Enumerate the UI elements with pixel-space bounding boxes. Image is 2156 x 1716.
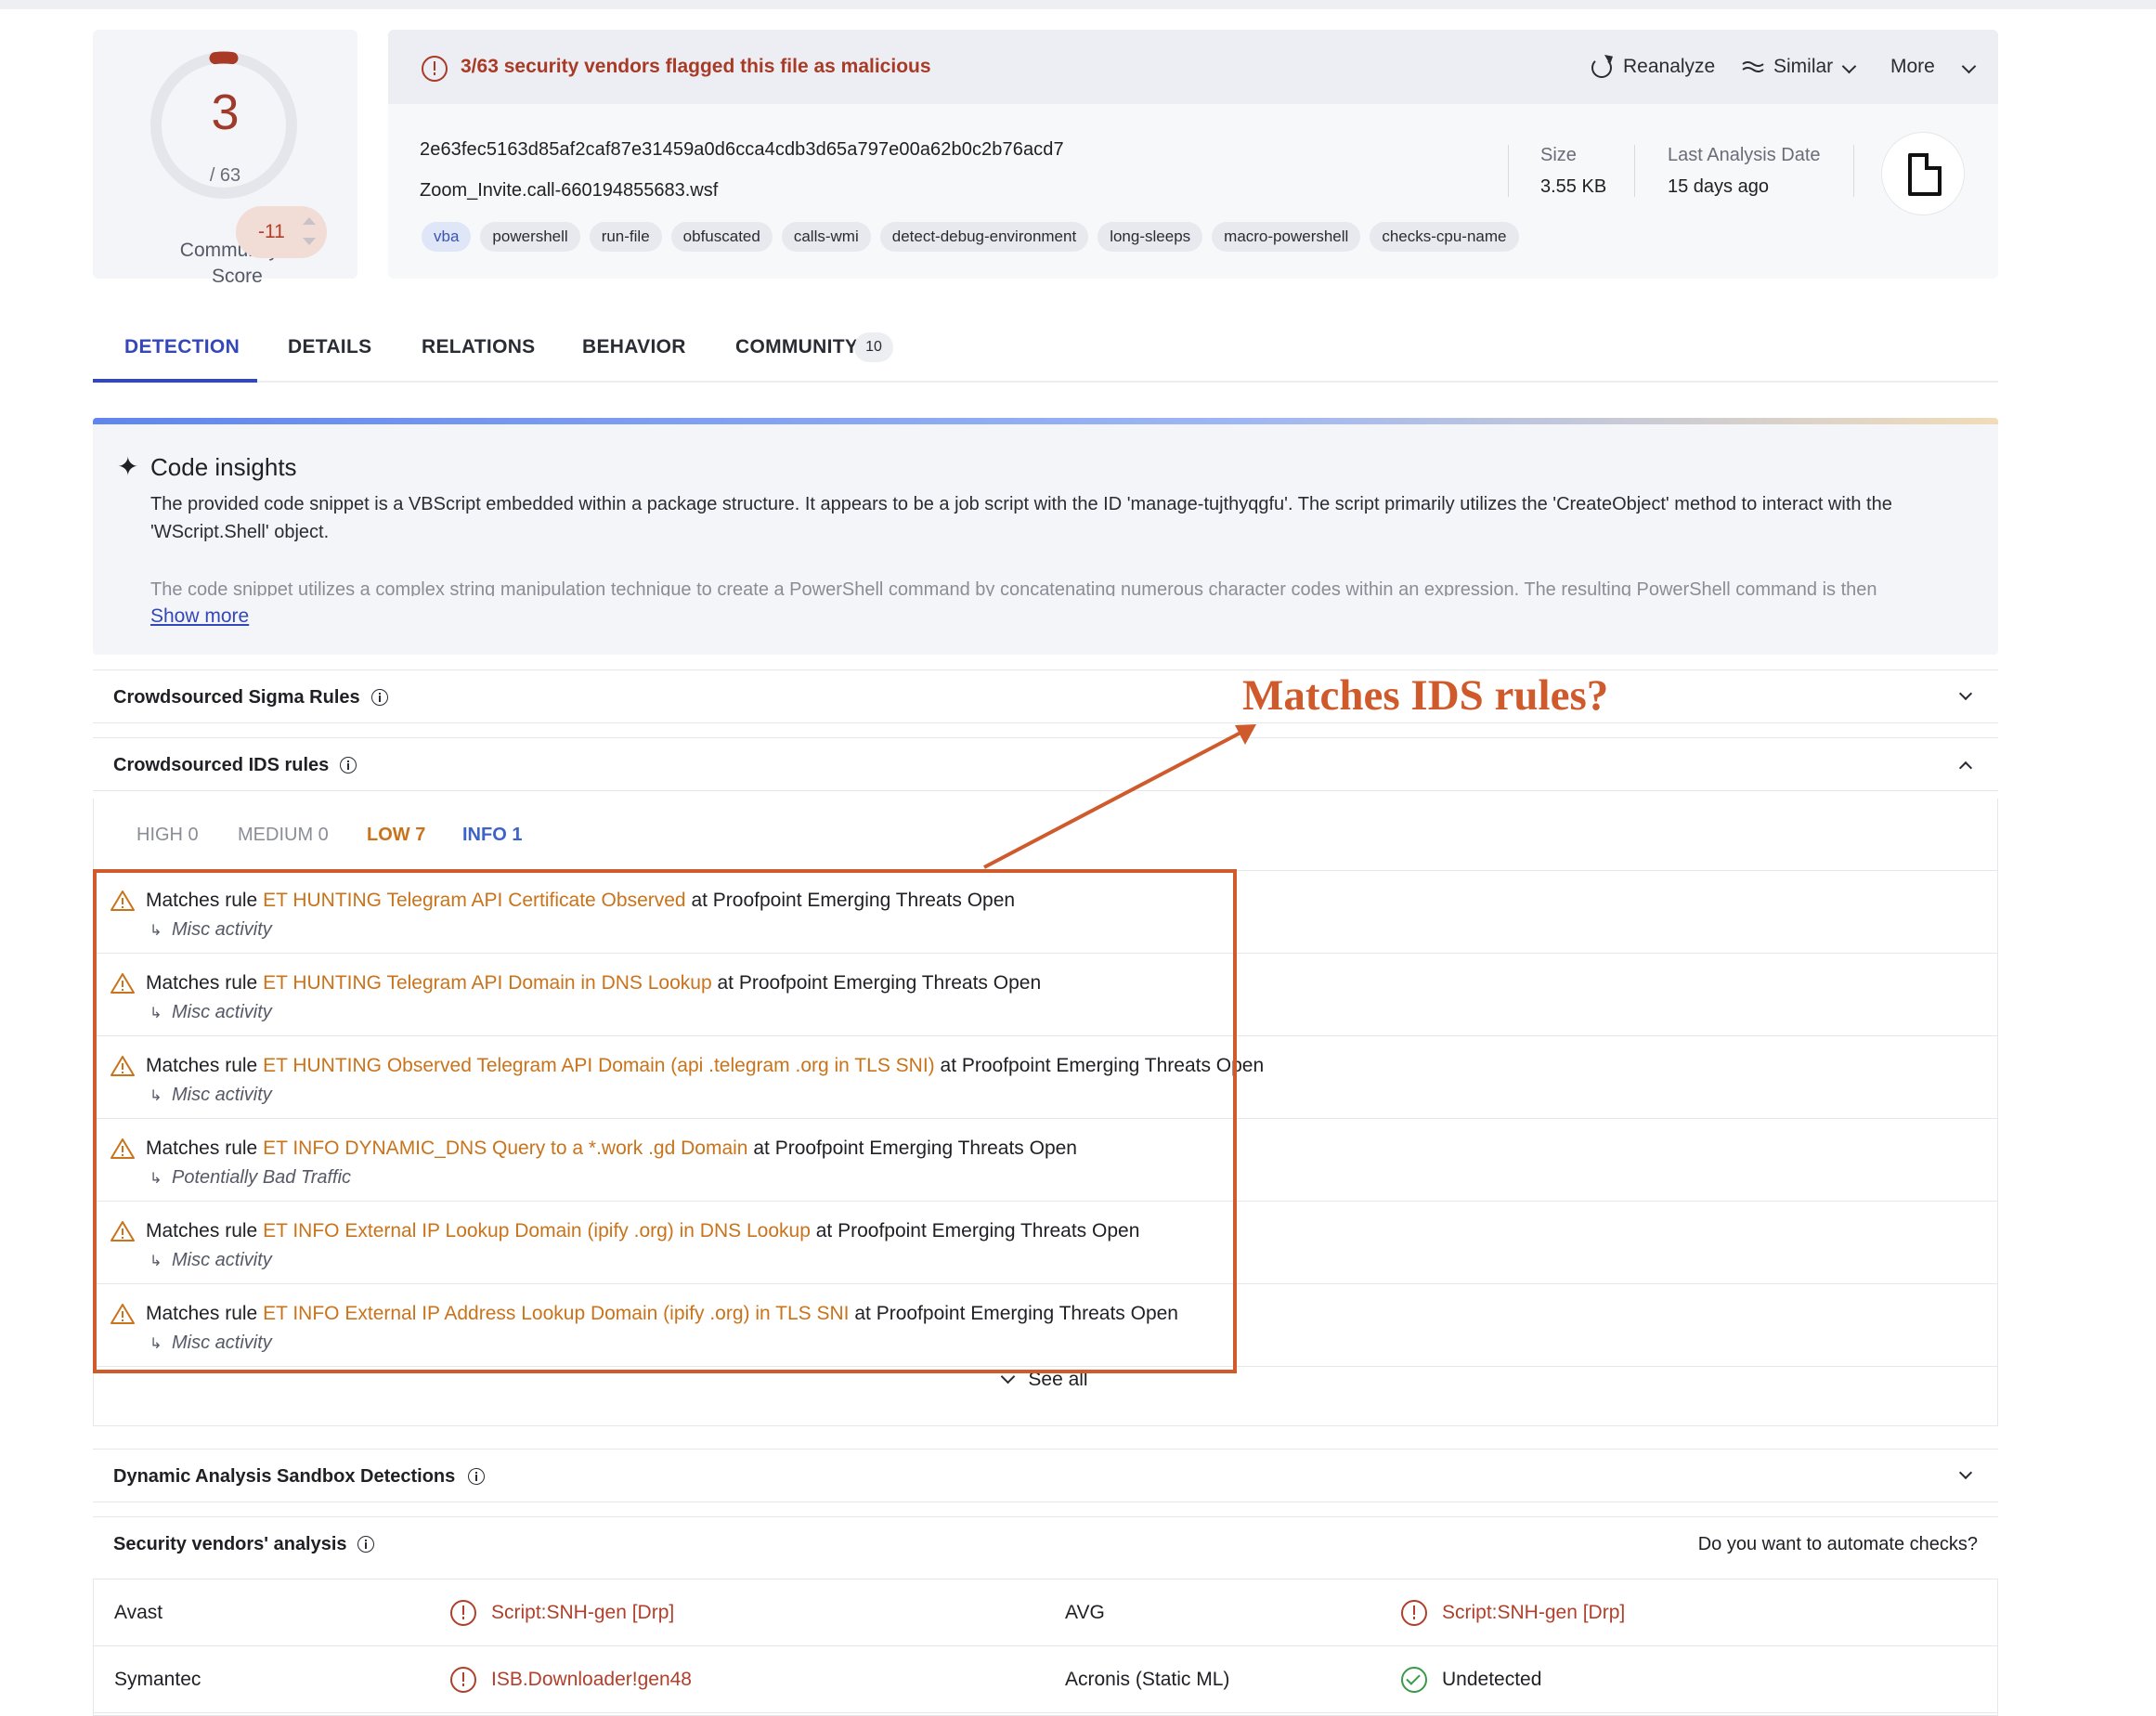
last-analysis-label: Last Analysis Date	[1668, 145, 1821, 165]
severity-medium[interactable]: MEDIUM 0	[238, 825, 329, 846]
vendor-result: Script:SNH-gen [Drp]	[491, 1602, 675, 1623]
tab-detection[interactable]: DETECTION	[124, 336, 240, 358]
alert-text: 3/63 security vendors flagged this file …	[461, 56, 931, 77]
severity-low[interactable]: LOW 7	[367, 825, 425, 846]
chevron-down-icon[interactable]	[1958, 1465, 1973, 1480]
reanalyze-button[interactable]: Reanalyze	[1623, 56, 1715, 78]
tag-chip[interactable]: checks-cpu-name	[1370, 222, 1519, 252]
file-summary-card: 3/63 security vendors flagged this file …	[388, 30, 1998, 279]
annotation-arrow	[983, 724, 1256, 869]
sparkle-icon: ✦	[117, 452, 139, 481]
annotation-highlight-box	[93, 869, 1237, 1373]
vendor-name: Symantec	[114, 1669, 201, 1690]
tag-chip[interactable]: vba	[422, 222, 472, 252]
tab-behavior[interactable]: BEHAVIOR	[582, 336, 686, 358]
vote-down-icon[interactable]	[303, 238, 316, 245]
code-insights-text: The provided code snippet is a VBScript …	[150, 494, 1892, 542]
vendors-title: Security vendors' analysis	[113, 1534, 347, 1554]
main-tabs: DETECTION DETAILS RELATIONS BEHAVIOR COM…	[93, 316, 1998, 383]
size-value: 3.55 KB	[1540, 176, 1607, 197]
divider	[1634, 145, 1635, 197]
vendor-result: ISB.Downloader!gen48	[491, 1669, 692, 1690]
vendors-table: Avast Script:SNH-gen [Drp] AVG Script:SNH-g…	[93, 1579, 1998, 1716]
info-icon[interactable]	[357, 1536, 374, 1553]
detection-score-card: 3 / 63 Community Score -11	[93, 30, 357, 287]
reanalyze-icon[interactable]	[1591, 58, 1612, 78]
code-insights-title: Code insights	[150, 453, 297, 481]
tag-chip[interactable]: detect-debug-environment	[879, 222, 1089, 252]
tab-relations[interactable]: RELATIONS	[422, 336, 535, 358]
check-icon	[1401, 1667, 1427, 1693]
show-more-link[interactable]: Show more	[150, 605, 249, 628]
vendor-row: Symantec ISB.Downloader!gen48 Acronis (Sta…	[94, 1646, 1997, 1713]
tag-chip[interactable]: macro-powershell	[1212, 222, 1361, 252]
gradient-bar	[93, 418, 1998, 424]
detection-total: / 63	[209, 165, 241, 186]
info-icon[interactable]	[468, 1468, 485, 1485]
alert-banner: 3/63 security vendors flagged this file …	[388, 30, 1998, 104]
community-score-value: -11	[258, 221, 285, 242]
malicious-icon	[450, 1667, 476, 1693]
tag-chip[interactable]: powershell	[480, 222, 580, 252]
severity-high[interactable]: HIGH 0	[136, 825, 199, 846]
code-insights-panel: ✦ Code insights The provided code snippe…	[93, 418, 1998, 655]
annotation-text: Matches IDS rules?	[1242, 671, 1609, 720]
divider	[1508, 145, 1509, 197]
detection-count: 3	[211, 84, 240, 140]
size-label: Size	[1540, 145, 1577, 165]
info-icon[interactable]	[371, 689, 388, 706]
divider	[1853, 145, 1854, 197]
tab-details[interactable]: DETAILS	[288, 336, 371, 358]
community-score-badge[interactable]: -11	[236, 206, 327, 258]
tab-community[interactable]: COMMUNITY	[735, 336, 858, 358]
alert-icon	[422, 56, 448, 82]
code-insights-text-faded: The code snippet utilizes a complex stri…	[150, 579, 1877, 596]
file-icon	[1908, 153, 1942, 196]
sandbox-detections-section[interactable]: Dynamic Analysis Sandbox Detections	[93, 1449, 1998, 1502]
malicious-icon	[1401, 1600, 1427, 1626]
vendors-section: Security vendors' analysis Do you want t…	[93, 1516, 1998, 1570]
tag-chip[interactable]: calls-wmi	[781, 222, 871, 252]
chevron-down-icon[interactable]	[1841, 58, 1857, 74]
sandbox-detections-title: Dynamic Analysis Sandbox Detections	[113, 1466, 456, 1487]
tag-chip[interactable]: obfuscated	[670, 222, 773, 252]
file-type-badge	[1881, 132, 1965, 215]
similar-icon[interactable]	[1742, 59, 1764, 74]
more-button[interactable]: More	[1890, 56, 1935, 78]
vendor-name: Acronis (Static ML)	[1065, 1669, 1230, 1690]
vendor-row: Avast Script:SNH-gen [Drp] AVG Script:SNH-g…	[94, 1580, 1997, 1646]
vendor-result: Undetected	[1442, 1669, 1542, 1690]
chevron-up-icon[interactable]	[1958, 760, 1973, 775]
community-count-badge: 10	[854, 332, 893, 362]
last-analysis-value: 15 days ago	[1668, 176, 1769, 197]
tag-chip[interactable]: long-sleeps	[1097, 222, 1203, 252]
severity-info[interactable]: INFO 1	[462, 825, 522, 846]
malicious-icon	[450, 1600, 476, 1626]
file-name: Zoom_Invite.call-660194855683.wsf	[420, 180, 719, 201]
tag-list: vba powershell run-file obfuscated calls-wmi…	[422, 222, 1519, 252]
file-hash[interactable]: 2e63fec5163d85af2caf87e31459a0d6cca4cdb3…	[420, 139, 1064, 161]
sigma-rules-title: Crowdsourced Sigma Rules	[113, 687, 360, 708]
chevron-down-icon[interactable]	[1958, 686, 1973, 701]
vendor-name: Avast	[114, 1602, 163, 1623]
active-tab-indicator	[93, 379, 257, 383]
top-bar	[0, 0, 2156, 9]
chevron-down-icon[interactable]	[1961, 58, 1977, 74]
sigma-rules-section[interactable]: Crowdsourced Sigma Rules	[93, 670, 1998, 723]
vendor-result: Script:SNH-gen [Drp]	[1442, 1602, 1626, 1623]
similar-button[interactable]: Similar	[1773, 56, 1833, 78]
tag-chip[interactable]: run-file	[589, 222, 662, 252]
info-icon[interactable]	[340, 757, 357, 774]
vote-up-icon[interactable]	[303, 217, 316, 225]
ids-rules-title: Crowdsourced IDS rules	[113, 755, 330, 775]
automate-checks-link[interactable]: Do you want to automate checks?	[1698, 1534, 1978, 1555]
vendor-name: AVG	[1065, 1602, 1105, 1623]
